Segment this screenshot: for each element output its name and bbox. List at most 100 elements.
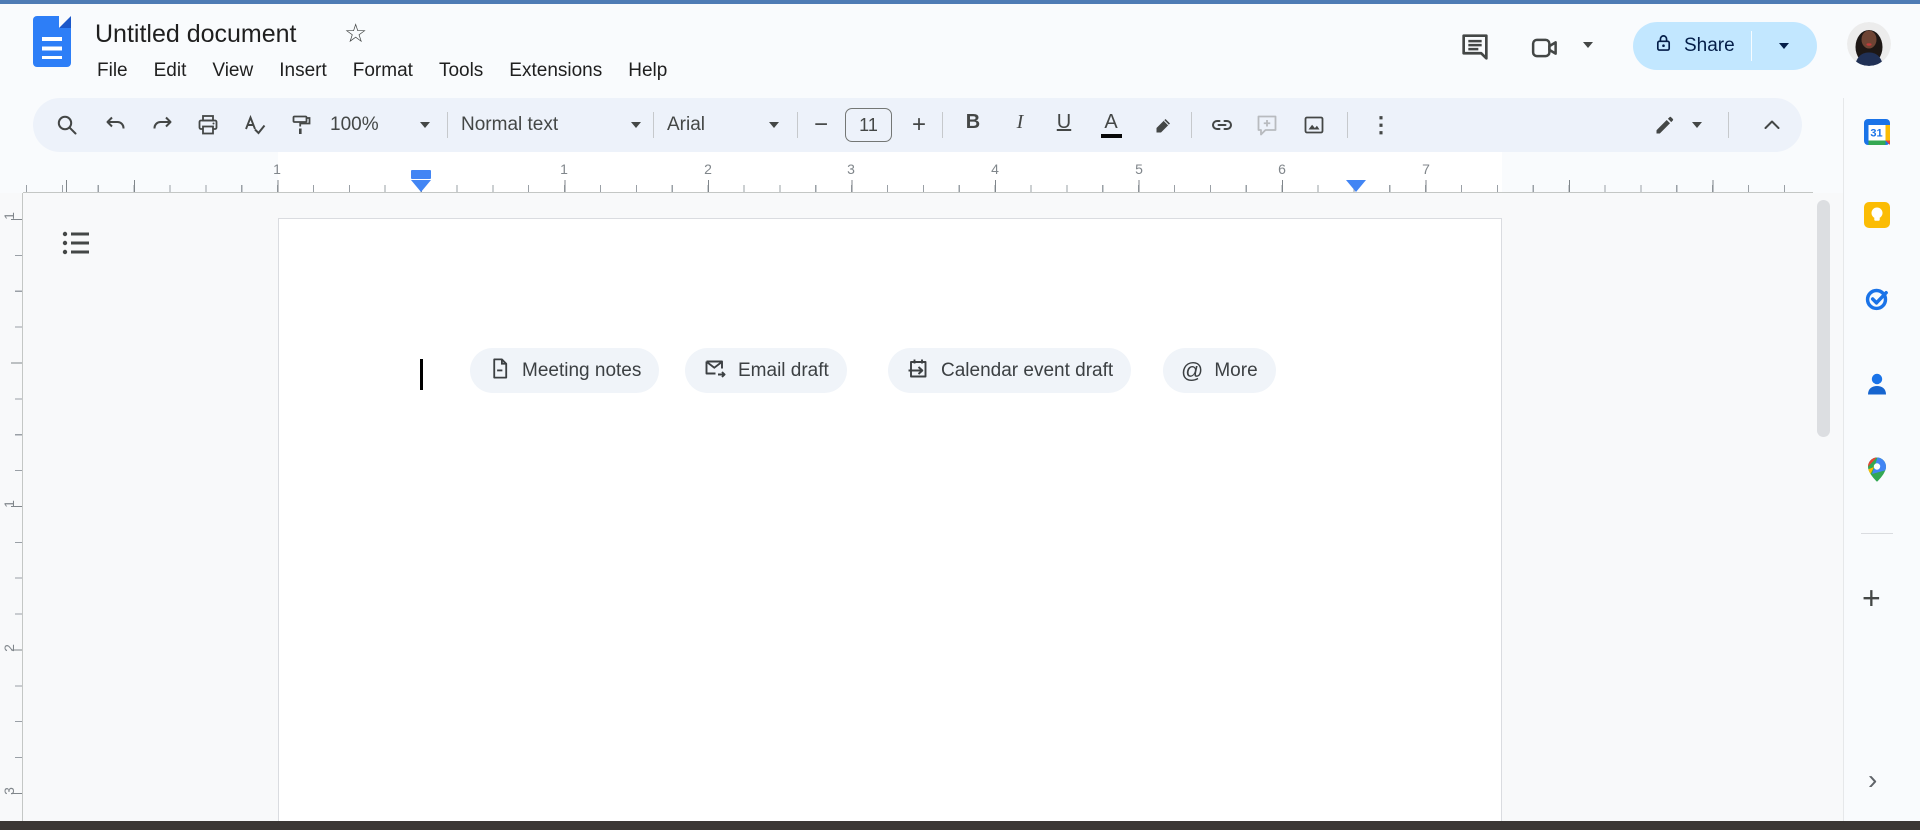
at-icon: @	[1181, 357, 1204, 383]
font-size-input[interactable]: 11	[845, 108, 892, 142]
toolbar-divider	[1728, 112, 1729, 138]
document-outline-icon[interactable]	[60, 229, 92, 257]
menu-help[interactable]: Help	[615, 57, 680, 85]
share-button: Share	[1633, 22, 1817, 70]
chip-calendar-event-draft[interactable]: Calendar event draft	[888, 348, 1132, 393]
toolbar-divider	[942, 112, 943, 138]
document-title[interactable]: Untitled document	[95, 20, 297, 49]
insert-link-icon[interactable]	[1210, 113, 1234, 137]
docs-logo[interactable]	[33, 16, 71, 67]
svg-text:31: 31	[1870, 128, 1882, 140]
google-calendar-icon[interactable]: 31	[1864, 119, 1890, 145]
text-cursor	[420, 359, 423, 390]
zoom-value: 100%	[330, 114, 379, 135]
undo-icon[interactable]	[104, 113, 128, 137]
email-icon	[703, 356, 727, 385]
comment-history-icon[interactable]	[1459, 31, 1491, 63]
menu-view[interactable]: View	[199, 57, 266, 85]
chip-email-draft[interactable]: Email draft	[685, 348, 847, 393]
google-tasks-icon[interactable]	[1864, 286, 1890, 312]
left-indent-marker[interactable]	[411, 180, 431, 192]
vertical-ruler-number: 3	[1, 787, 17, 795]
search-icon[interactable]	[55, 113, 79, 137]
zoom-select[interactable]: 100%	[330, 111, 430, 139]
font-caret-icon	[769, 122, 779, 128]
text-color-button[interactable]: A	[1098, 111, 1124, 138]
increase-font-size-button[interactable]: +	[907, 113, 931, 137]
toolbar-divider	[653, 112, 654, 138]
vertical-ruler-baseline	[22, 193, 23, 830]
menu-file[interactable]: File	[84, 57, 141, 85]
text-color-letter: A	[1104, 111, 1118, 133]
italic-button[interactable]: I	[1007, 111, 1033, 134]
ruler-number: 7	[1422, 161, 1430, 177]
print-icon[interactable]	[196, 113, 220, 137]
editing-mode-caret-icon[interactable]	[1692, 122, 1702, 128]
add-comment-icon[interactable]	[1255, 113, 1279, 137]
menu-insert[interactable]: Insert	[266, 57, 340, 85]
share-button-main[interactable]: Share	[1633, 22, 1751, 70]
text-color-swatch	[1100, 133, 1122, 138]
ruler-number: 4	[991, 161, 999, 177]
google-docs-app: Untitled document ☆ File Edit View Inser…	[0, 0, 1920, 830]
right-indent-marker[interactable]	[1346, 180, 1366, 192]
get-addons-plus-icon[interactable]: +	[1862, 582, 1881, 614]
ruler-number: 6	[1278, 161, 1286, 177]
bold-button[interactable]: B	[960, 111, 986, 134]
menubar: File Edit View Insert Format Tools Exten…	[84, 57, 680, 85]
menu-tools[interactable]: Tools	[426, 57, 496, 85]
menu-edit[interactable]: Edit	[141, 57, 200, 85]
google-contacts-icon[interactable]	[1864, 371, 1890, 397]
paragraph-style-select[interactable]: Normal text	[461, 111, 641, 139]
vertical-ruler-number: 1	[1, 500, 17, 508]
window-bottom-edge	[0, 821, 1920, 830]
ruler-number: 3	[847, 161, 855, 177]
paint-format-icon[interactable]	[289, 113, 313, 137]
redo-icon[interactable]	[150, 113, 174, 137]
ruler-inch-ticks	[23, 180, 1813, 192]
share-caret-icon	[1779, 43, 1790, 49]
chip-label: More	[1214, 359, 1258, 381]
highlight-color-icon[interactable]	[1152, 113, 1176, 137]
chip-more[interactable]: @ More	[1163, 348, 1276, 393]
avatar[interactable]	[1847, 22, 1891, 66]
paragraph-style-value: Normal text	[461, 114, 559, 135]
editing-mode-pencil-icon[interactable]	[1653, 113, 1677, 137]
menu-extensions[interactable]: Extensions	[496, 57, 615, 85]
chip-meeting-notes[interactable]: Meeting notes	[470, 348, 660, 393]
google-keep-icon[interactable]	[1864, 202, 1890, 228]
google-maps-icon[interactable]	[1864, 456, 1890, 482]
video-call-icon[interactable]	[1530, 33, 1560, 63]
underline-button[interactable]: U	[1051, 111, 1077, 134]
toolbar-divider	[1191, 112, 1192, 138]
video-call-caret-icon[interactable]	[1583, 42, 1593, 48]
side-panel-divider	[1861, 533, 1893, 534]
ruler-number: 2	[704, 161, 712, 177]
decrease-font-size-button[interactable]: −	[809, 113, 833, 137]
share-caret-button[interactable]	[1752, 22, 1817, 70]
first-line-indent-marker[interactable]	[411, 170, 431, 179]
insert-image-icon[interactable]	[1302, 113, 1326, 137]
zoom-caret-icon	[420, 122, 430, 128]
window-top-edge	[0, 0, 1920, 4]
calendar-event-icon	[906, 356, 930, 385]
spellcheck-icon[interactable]	[243, 113, 267, 137]
collapse-panel-chevron-icon[interactable]: ›	[1868, 766, 1877, 794]
docs-logo-fold	[59, 16, 71, 28]
ruler-number: 5	[1135, 161, 1143, 177]
chip-label: Meeting notes	[522, 359, 642, 381]
font-select[interactable]: Arial	[667, 111, 779, 139]
star-icon[interactable]: ☆	[344, 20, 367, 46]
font-value: Arial	[667, 114, 706, 135]
document-page[interactable]	[278, 218, 1502, 830]
toolbar-divider	[1347, 112, 1348, 138]
ruler-number: 1	[560, 161, 568, 177]
docs-logo-lines	[42, 37, 62, 59]
more-options-icon[interactable]: ⋮	[1369, 113, 1393, 137]
hide-menus-chevron-up-icon[interactable]	[1760, 113, 1784, 137]
toolbar-divider	[447, 112, 448, 138]
document-icon	[488, 357, 511, 385]
chip-label: Email draft	[738, 359, 829, 381]
menu-format[interactable]: Format	[340, 57, 426, 85]
vertical-scrollbar-thumb[interactable]	[1817, 200, 1830, 437]
